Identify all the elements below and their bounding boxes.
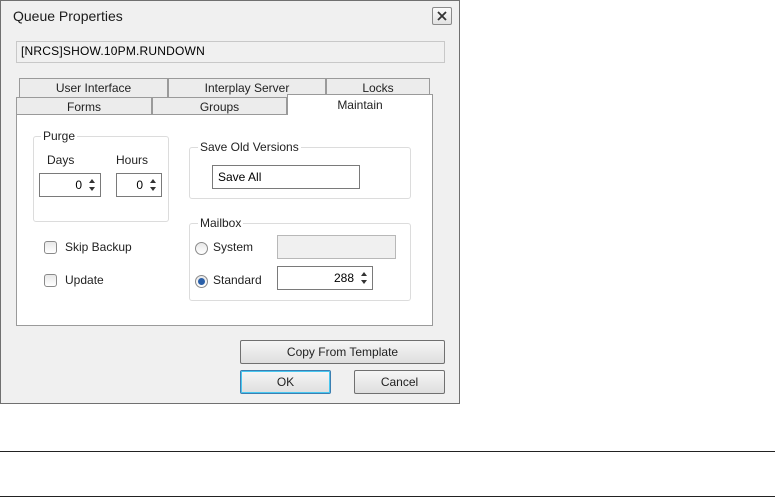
skip-backup-label: Skip Backup (65, 240, 132, 254)
divider-line (0, 496, 775, 497)
purge-group-label: Purge (41, 129, 78, 143)
hours-stepper[interactable]: 0 (116, 173, 162, 197)
standard-radio-label: Standard (213, 273, 262, 287)
standard-radio[interactable] (195, 275, 208, 288)
spin-arrows-icon[interactable] (87, 176, 97, 194)
maintain-panel: Purge Days Hours 0 0 Save Old Versions S… (16, 114, 433, 326)
spin-arrows-icon[interactable] (359, 269, 369, 287)
tab-user-interface[interactable]: User Interface (19, 78, 168, 97)
update-label: Update (65, 273, 104, 287)
cancel-button[interactable]: Cancel (354, 370, 445, 394)
hours-value: 0 (136, 178, 143, 192)
standard-mailbox-stepper[interactable]: 288 (277, 266, 373, 290)
divider-line (0, 451, 775, 452)
system-radio-label: System (213, 240, 254, 254)
close-icon (437, 11, 447, 21)
window-title: Queue Properties (13, 8, 123, 24)
queue-properties-dialog: Queue Properties [NRCS]SHOW.10PM.RUNDOWN… (0, 0, 460, 404)
title-bar[interactable]: Queue Properties (1, 1, 459, 31)
copy-from-template-button[interactable]: Copy From Template (240, 340, 445, 364)
close-button[interactable] (432, 7, 452, 25)
ok-button[interactable]: OK (240, 370, 331, 394)
save-old-versions-field[interactable]: Save All (212, 165, 360, 189)
spin-arrows-icon[interactable] (148, 176, 158, 194)
hours-label: Hours (116, 153, 149, 167)
system-radio[interactable] (195, 242, 208, 255)
mailbox-label: Mailbox (198, 216, 244, 230)
tab-groups[interactable]: Groups (152, 97, 287, 115)
tab-forms[interactable]: Forms (16, 97, 152, 115)
system-mailbox-field[interactable] (277, 235, 396, 259)
update-checkbox[interactable] (44, 274, 57, 287)
save-old-versions-label: Save Old Versions (198, 140, 301, 154)
standard-mailbox-value: 288 (333, 271, 354, 285)
days-value: 0 (75, 178, 82, 192)
queue-path-field: [NRCS]SHOW.10PM.RUNDOWN (16, 41, 445, 63)
skip-backup-checkbox[interactable] (44, 241, 57, 254)
tab-maintain[interactable]: Maintain (287, 94, 433, 115)
days-label: Days (47, 153, 75, 167)
days-stepper[interactable]: 0 (39, 173, 101, 197)
